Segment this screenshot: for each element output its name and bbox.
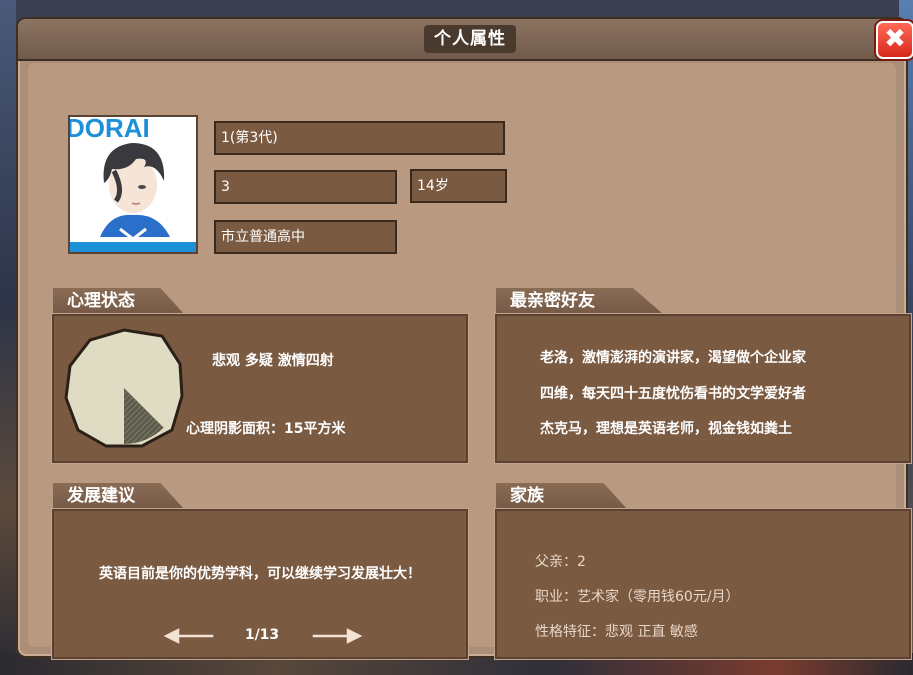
best-friends-heading: 最亲密好友 [496,288,663,314]
avatar-portrait: DORAI [70,117,196,252]
next-arrow-button[interactable] [310,623,366,649]
inner-panel: DORAI 1(第3代) 3 14岁 市立普通高中 心理状态 悲观 多疑 激情四… [28,63,911,659]
shadow-area-text: 心理阴影面积：15平方米 [186,421,346,437]
advice-heading: 发展建议 [53,483,184,509]
family-heading: 家族 [496,483,627,509]
previous-arrow-button[interactable] [160,623,216,649]
family-job: 职业：艺术家（零用钱60元/月） [535,589,740,605]
close-button[interactable]: ✖ [876,21,913,59]
best-friends-panel: 老洛，激情澎湃的演讲家，渴望做个企业家 四维，每天四十五度忧伤看书的文学爱好者 … [495,314,911,463]
advice-panel: 英语目前是你的优势学科，可以继续学习发展壮大！ 1/13 [52,509,468,659]
school-field: 市立普通高中 [214,220,397,254]
id-field: 3 [214,170,397,204]
avatar: DORAI [68,115,198,254]
personal-attributes-dialog: 个人属性 ✖ DORAI 1(第3代) 3 14岁 市立普通高中 心理状态 悲观… [16,17,913,659]
arrow-right-icon [311,625,366,647]
page-indicator: 1/13 [244,627,280,643]
mental-shadow-pie [64,328,184,448]
arrow-left-icon [160,625,215,647]
friend-item: 老洛，激情澎湃的演讲家，渴望做个企业家 [540,350,806,366]
age-field: 14岁 [410,169,507,203]
family-traits: 性格特征：悲观 正直 敏感 [535,624,698,640]
friend-item: 四维，每天四十五度忧伤看书的文学爱好者 [540,386,806,402]
background-left [0,0,16,675]
friend-item: 杰克马，理想是英语老师，视金钱如粪土 [540,421,792,437]
mental-state-panel: 悲观 多疑 激情四射 心理阴影面积：15平方米 [52,314,468,463]
avatar-banner-text: DORAI [70,117,150,143]
mental-state-heading: 心理状态 [53,288,184,314]
name-field: 1(第3代) [214,121,505,155]
advice-text: 英语目前是你的优势学科，可以继续学习发展壮大！ [99,566,421,582]
family-father: 父亲：2 [535,554,586,570]
mental-traits: 悲观 多疑 激情四射 [212,353,334,369]
dialog-title: 个人属性 [424,25,516,53]
title-bar: 个人属性 [18,19,906,61]
family-panel: 父亲：2 职业：艺术家（零用钱60元/月） 性格特征：悲观 正直 敏感 [495,509,911,659]
